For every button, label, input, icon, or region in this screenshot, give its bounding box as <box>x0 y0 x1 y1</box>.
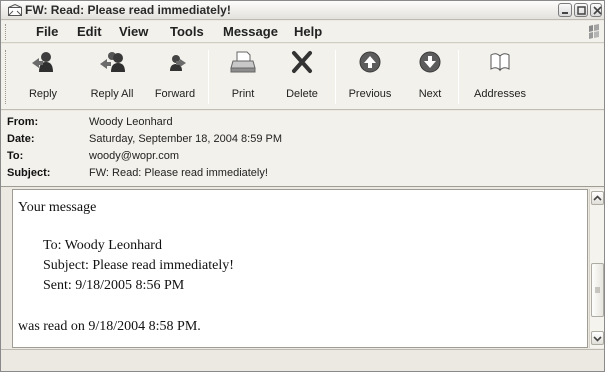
forward-icon <box>170 55 186 71</box>
to-label: To: <box>7 150 24 162</box>
delete-label: Delete <box>286 88 318 100</box>
toolbar-separator <box>335 50 336 104</box>
addresses-button[interactable]: Addresses <box>471 50 529 106</box>
chevron-up-icon <box>593 195 602 201</box>
menu-file[interactable]: File <box>36 24 58 39</box>
minimize-button[interactable] <box>558 3 572 17</box>
previous-icon <box>359 51 381 73</box>
delete-button[interactable]: Delete <box>281 50 323 106</box>
close-icon <box>593 6 602 15</box>
to-value[interactable]: woody@wopr.com <box>89 150 179 162</box>
scroll-thumb[interactable] <box>591 263 604 317</box>
status-bar <box>1 349 604 371</box>
menu-view[interactable]: View <box>119 24 148 39</box>
reply-icon <box>32 52 53 72</box>
reply-all-button[interactable]: Reply All <box>89 50 135 106</box>
vertical-scrollbar[interactable] <box>589 189 604 348</box>
subject-label: Subject: <box>7 167 51 179</box>
message-read-line: was read on 9/18/2004 8:58 PM. <box>18 319 201 334</box>
print-label: Print <box>231 88 255 100</box>
maximize-icon <box>577 6 586 15</box>
previous-button[interactable]: Previous <box>346 50 394 106</box>
from-label: From: <box>7 116 39 128</box>
scroll-up-button[interactable] <box>591 191 604 205</box>
from-value[interactable]: Woody Leonhard <box>89 116 173 128</box>
subject-value: FW: Read: Please read immediately! <box>89 167 268 179</box>
reply-all-label: Reply All <box>90 88 134 100</box>
windows-flag-icon <box>589 24 599 39</box>
next-button[interactable]: Next <box>412 50 448 106</box>
menu-help[interactable]: Help <box>294 24 322 39</box>
next-icon <box>419 51 441 73</box>
previous-label: Previous <box>348 88 392 100</box>
scroll-down-button[interactable] <box>591 331 604 345</box>
chevron-down-icon <box>593 336 602 342</box>
envelope-icon <box>8 4 22 16</box>
toolbar: Reply Reply All Forward Print Delete Pre… <box>1 44 604 110</box>
message-headers: From: Woody Leonhard Date: Saturday, Sep… <box>1 111 604 187</box>
menu-edit[interactable]: Edit <box>77 24 102 39</box>
menu-grip[interactable] <box>5 24 7 40</box>
title-bar[interactable]: FW: Read: Please read immediately! <box>1 1 604 20</box>
addresses-icon <box>490 53 510 72</box>
reply-label: Reply <box>28 88 58 100</box>
forward-button[interactable]: Forward <box>151 50 199 106</box>
message-sent-line: Sent: 9/18/2005 8:56 PM <box>43 278 185 293</box>
date-value: Saturday, September 18, 2004 8:59 PM <box>89 133 283 145</box>
menu-tools[interactable]: Tools <box>170 24 204 39</box>
addresses-label: Addresses <box>474 88 526 100</box>
delete-icon <box>292 51 312 73</box>
message-window: FW: Read: Please read immediately! File … <box>0 0 605 372</box>
reply-button[interactable]: Reply <box>23 50 63 106</box>
toolbar-grip[interactable] <box>5 50 7 104</box>
message-subject-line: Subject: Please read immediately! <box>43 258 234 273</box>
grip-icon <box>595 287 600 293</box>
print-button[interactable]: Print <box>223 50 263 106</box>
window-title: FW: Read: Please read immediately! <box>25 3 231 17</box>
maximize-button[interactable] <box>574 3 588 17</box>
next-label: Next <box>418 88 442 100</box>
minimize-icon <box>562 12 568 14</box>
menu-bar: File Edit View Tools Message Help <box>1 21 604 43</box>
print-icon <box>230 51 256 73</box>
toolbar-separator <box>458 50 459 104</box>
forward-label: Forward <box>154 88 196 100</box>
message-to-line: To: Woody Leonhard <box>43 238 162 253</box>
reply-all-icon <box>100 52 125 72</box>
menu-message[interactable]: Message <box>223 24 278 39</box>
close-button[interactable] <box>590 3 602 17</box>
toolbar-separator <box>208 50 209 104</box>
date-label: Date: <box>7 133 35 145</box>
message-intro: Your message <box>18 200 97 215</box>
message-body[interactable]: Your message To: Woody Leonhard Subject:… <box>12 189 588 348</box>
